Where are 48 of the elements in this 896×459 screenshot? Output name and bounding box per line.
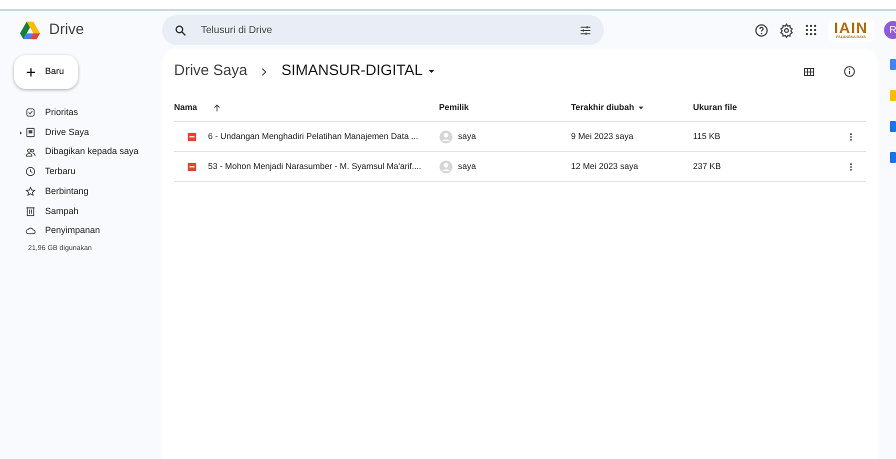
column-header[interactable]: Pemilik bbox=[439, 101, 469, 114]
sidebar-item[interactable]: Dibagikan kepada saya bbox=[13, 142, 162, 162]
new-button[interactable]: + Baru bbox=[14, 55, 78, 89]
column-header[interactable]: Terakhir diubah bbox=[571, 101, 634, 114]
column-header[interactable]: Ukuran file bbox=[693, 101, 737, 114]
user-avatar-icon bbox=[439, 130, 453, 144]
settings-icon[interactable] bbox=[779, 22, 794, 38]
pdf-file-icon bbox=[187, 132, 197, 142]
modified-date: 9 Mei 2023 saya bbox=[571, 131, 634, 142]
search-field[interactable]: Telusuri di Drive bbox=[199, 22, 567, 38]
sidebar-item[interactable]: Penyimpanan bbox=[13, 221, 162, 241]
search-bar[interactable]: Telusuri di Drive bbox=[162, 15, 604, 45]
modified-date: 12 Mei 2023 saya bbox=[571, 161, 638, 172]
info-icon[interactable] bbox=[843, 65, 856, 78]
help-icon[interactable] bbox=[754, 22, 769, 38]
sidebar-item[interactable]: Berbintang bbox=[13, 182, 162, 202]
checkbox-icon bbox=[25, 107, 36, 118]
owner-text: saya bbox=[458, 160, 476, 173]
owner-text: saya bbox=[458, 130, 476, 143]
drive-logo-icon bbox=[19, 20, 41, 40]
breadcrumb-item[interactable]: SIMANSUR-DIGITAL bbox=[281, 60, 436, 83]
logo-text: IAIN bbox=[834, 20, 868, 36]
drive-icon bbox=[25, 127, 36, 138]
sidebar-item[interactable]: Drive Saya bbox=[13, 122, 162, 142]
sidebar-item[interactable]: Prioritas bbox=[13, 103, 162, 123]
file-name[interactable]: 53 - Mohon Menjadi Narasumber - M. Syamsul Ma'arif.... bbox=[208, 160, 422, 173]
apps-grid-icon[interactable] bbox=[804, 23, 818, 37]
star-icon bbox=[25, 186, 36, 198]
sort-up-icon[interactable] bbox=[212, 102, 222, 112]
file-size: 237 KB bbox=[693, 161, 721, 172]
file-size: 115 KB bbox=[693, 131, 720, 142]
cloud-icon bbox=[25, 225, 36, 236]
sort-down-icon[interactable] bbox=[637, 104, 646, 112]
app-name: Drive bbox=[49, 20, 84, 40]
search-icon bbox=[174, 24, 187, 36]
people-icon bbox=[25, 146, 36, 158]
pdf-file-icon bbox=[187, 162, 197, 172]
sidebar-item[interactable]: Sampah bbox=[13, 201, 162, 222]
trash-icon bbox=[25, 206, 36, 217]
avatar[interactable]: R bbox=[884, 21, 896, 39]
user-avatar-icon bbox=[439, 160, 453, 174]
grid-view-icon[interactable] bbox=[803, 66, 815, 78]
column-header[interactable]: Nama bbox=[174, 101, 198, 114]
filter-icon[interactable] bbox=[579, 24, 592, 36]
breadcrumb-item[interactable]: Drive Saya bbox=[174, 60, 248, 83]
sidebar-item[interactable]: Terbaru bbox=[13, 162, 162, 182]
clock-icon bbox=[25, 166, 36, 178]
file-name[interactable]: 6 - Undangan Menghadiri Pelatihan Manajemen Data ... bbox=[208, 130, 418, 143]
